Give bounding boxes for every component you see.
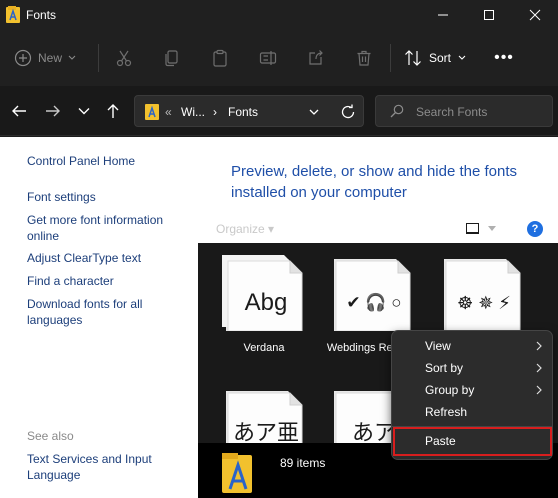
page-headline: Preview, delete, or show and hide the fo… [231, 163, 518, 201]
delete-icon [357, 50, 371, 66]
view-icon[interactable] [466, 223, 479, 234]
paste-button[interactable] [208, 46, 232, 70]
search-input[interactable] [416, 104, 546, 120]
see-also-label: See also [27, 429, 74, 443]
sort-icon [405, 50, 421, 66]
more-options-icon: ••• [494, 49, 514, 66]
search-box[interactable] [375, 95, 553, 127]
rename-button[interactable] [256, 46, 280, 70]
more-options-button[interactable]: ••• [490, 44, 518, 72]
arrow-up-icon [107, 104, 119, 118]
menu-item-refresh[interactable]: Refresh [396, 401, 550, 423]
toolbar-separator [98, 44, 99, 72]
more-font-info-link[interactable]: Get more font information online [27, 212, 177, 244]
minimize-icon [438, 14, 448, 16]
delete-button[interactable] [352, 46, 376, 70]
cut-button[interactable] [112, 46, 136, 70]
chevron-right-icon [536, 341, 542, 351]
address-bar[interactable]: « Wi... › Fonts [134, 95, 364, 127]
menu-item-label: View [425, 339, 451, 353]
menu-item-label: Refresh [425, 405, 468, 419]
breadcrumb-fonts[interactable]: Fonts [228, 105, 258, 119]
breadcrumb-windows[interactable]: Wi... [181, 105, 205, 119]
paste-highlight-annotation [393, 427, 552, 456]
chevron-down-icon[interactable] [307, 105, 321, 119]
maximize-icon [484, 10, 494, 20]
share-button[interactable] [304, 46, 328, 70]
font-sample: Abg [244, 289, 288, 316]
font-sample: あア亜 [232, 420, 299, 443]
plus-circle-icon [14, 49, 32, 67]
menu-item-label: Group by [425, 383, 475, 397]
recent-locations-button[interactable] [73, 100, 95, 122]
search-icon [390, 104, 404, 118]
chevron-down-icon [458, 55, 466, 60]
cleartype-link[interactable]: Adjust ClearType text [27, 250, 187, 266]
forward-button[interactable] [42, 100, 64, 122]
organize-menu[interactable]: Organize ▾ [216, 222, 274, 236]
sort-label: Sort [429, 51, 452, 65]
maximize-button[interactable] [466, 0, 512, 30]
menu-item-label: Sort by [425, 361, 464, 375]
new-button[interactable]: New [14, 44, 76, 72]
content-toolbar: Organize ▾ ? [198, 215, 558, 243]
back-button[interactable] [8, 100, 30, 122]
cut-icon [116, 50, 132, 67]
menu-item-group-by[interactable]: Group by [396, 379, 550, 401]
download-fonts-link[interactable]: Download fonts for all languages [27, 296, 157, 328]
fonts-folder-icon [222, 453, 252, 493]
rename-icon [259, 51, 277, 65]
sort-button[interactable]: Sort [404, 44, 466, 72]
chevron-down-icon [78, 108, 90, 115]
title-bar: Fonts [0, 0, 558, 30]
close-icon [529, 9, 541, 21]
chevron-right-icon [536, 363, 542, 373]
breadcrumb-separator: › [213, 105, 217, 119]
view-dropdown-icon[interactable] [488, 226, 496, 231]
control-panel-task-pane: Control Panel Home Font settings Get mor… [0, 137, 198, 498]
find-character-link[interactable]: Find a character [27, 273, 187, 289]
copy-icon [165, 50, 178, 67]
font-settings-link[interactable]: Font settings [27, 189, 187, 205]
help-icon[interactable]: ? [527, 221, 543, 237]
command-bar: New Sort ••• [0, 30, 558, 86]
font-sample: ✔ 🎧 ○ [346, 293, 402, 312]
new-label: New [38, 51, 63, 65]
font-name: Verdana [243, 342, 285, 354]
font-sample: ☸ ✵ ⚡ [457, 292, 511, 313]
chevron-right-icon [536, 385, 542, 395]
arrow-left-icon [12, 105, 26, 117]
close-button[interactable] [512, 0, 558, 30]
toolbar-separator [390, 44, 391, 72]
font-tile-verdana[interactable]: Abg Verdana [216, 251, 312, 381]
menu-item-view[interactable]: View [396, 335, 550, 357]
item-count: 89 items [280, 456, 326, 470]
control-panel-home-link[interactable]: Control Panel Home [27, 153, 187, 169]
text-services-link[interactable]: Text Services and Input Language [27, 451, 162, 483]
copy-button[interactable] [160, 46, 184, 70]
fonts-folder-icon [145, 104, 159, 120]
chevron-down-icon [68, 55, 76, 60]
arrow-right-icon [46, 105, 60, 117]
address-overflow[interactable]: « [165, 105, 172, 119]
window-title: Fonts [26, 8, 57, 22]
font-tile-japanese[interactable]: あア亜 [216, 383, 312, 443]
minimize-button[interactable] [420, 0, 466, 30]
paste-icon [213, 49, 227, 67]
menu-item-sort-by[interactable]: Sort by [396, 357, 550, 379]
fonts-folder-icon [6, 6, 20, 23]
navigation-bar: « Wi... › Fonts [0, 86, 558, 136]
up-button[interactable] [102, 100, 124, 122]
refresh-icon[interactable] [340, 104, 356, 120]
share-icon [309, 50, 323, 65]
